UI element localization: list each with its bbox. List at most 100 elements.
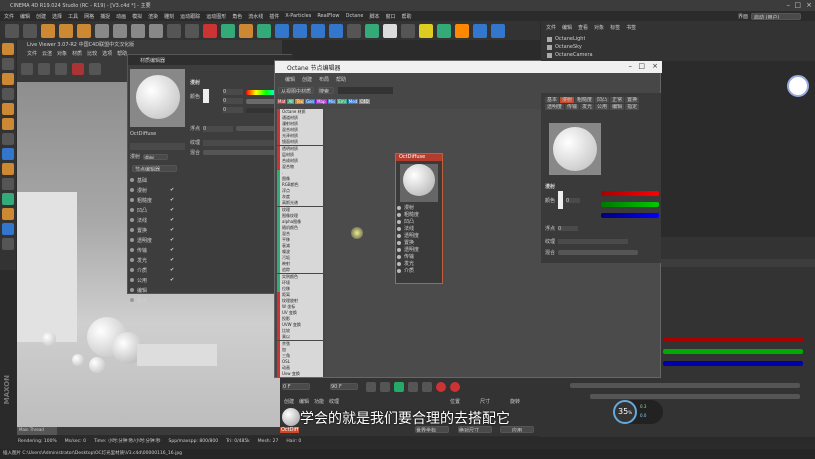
- saturation-field[interactable]: 0: [223, 98, 243, 104]
- left-tool-icon[interactable]: [2, 88, 14, 100]
- toolbar-tool-icon[interactable]: [131, 24, 145, 38]
- channel-row[interactable]: 指定: [130, 295, 185, 305]
- lv-menu-item[interactable]: 材质: [72, 50, 82, 57]
- node-list-item[interactable]: 位移: [277, 285, 323, 292]
- port-socket-icon[interactable]: [397, 268, 401, 273]
- node-maximize-button[interactable]: □: [638, 62, 645, 70]
- left-tool-icon[interactable]: [2, 178, 14, 190]
- maximize-button[interactable]: □: [794, 1, 801, 9]
- checkmark-icon[interactable]: ✔: [170, 197, 174, 203]
- node-port[interactable]: 漫射: [396, 204, 442, 211]
- toolbar-tool-icon[interactable]: [347, 24, 361, 38]
- node-list-item[interactable]: .: [277, 169, 323, 176]
- node-menu-item[interactable]: 编辑: [285, 76, 295, 83]
- toolbar-tool-icon[interactable]: [257, 24, 271, 38]
- om-tab[interactable]: 查看: [578, 24, 588, 31]
- node-list-item[interactable]: 动画: [277, 364, 323, 371]
- toolbar-tool-icon[interactable]: [275, 24, 289, 38]
- load-from-view-button[interactable]: 从视图中材质: [278, 87, 314, 94]
- node-list-item[interactable]: W 坐标: [277, 304, 323, 310]
- lv-menu-item[interactable]: 选项: [102, 50, 112, 57]
- left-tool-icon[interactable]: [2, 193, 14, 205]
- menu-item[interactable]: 工具: [68, 13, 78, 20]
- menu-item[interactable]: 雕刻: [164, 13, 174, 20]
- node-port[interactable]: 法线: [396, 225, 442, 232]
- attr-tab[interactable]: 传输: [565, 104, 580, 110]
- node-list-item[interactable]: 环境: [277, 279, 323, 286]
- port-socket-icon[interactable]: [397, 212, 401, 217]
- node-list-item[interactable]: 合成材质: [277, 157, 323, 164]
- toolbar-tool-icon[interactable]: [113, 24, 127, 38]
- attr-tab[interactable]: 漫射: [560, 97, 575, 103]
- left-tool-icon[interactable]: [2, 208, 14, 220]
- minimize-button[interactable]: –: [787, 1, 791, 9]
- toolbar-tool-icon[interactable]: [311, 24, 325, 38]
- menu-item[interactable]: 窗口: [386, 13, 396, 20]
- value-field[interactable]: 0: [223, 107, 243, 113]
- node-list-item[interactable]: 透明材质: [277, 145, 323, 152]
- node-list-item[interactable]: 实例颜色: [277, 273, 323, 280]
- node-list-item[interactable]: 加: [277, 346, 323, 353]
- layout-switch[interactable]: 界面 启动 (用户): [738, 11, 802, 21]
- node-list-item[interactable]: Uvw 变换: [277, 371, 323, 377]
- attr-bottom-slider[interactable]: [570, 383, 800, 388]
- node-list-item[interactable]: 追踪: [277, 267, 323, 274]
- menu-item[interactable]: X-Particles: [285, 13, 311, 19]
- toolbar-tool-icon[interactable]: [41, 24, 55, 38]
- node-list-item[interactable]: 随机颜色: [277, 224, 323, 231]
- om-tab[interactable]: 标签: [610, 24, 620, 31]
- menu-item[interactable]: 选择: [52, 13, 62, 20]
- om-tab[interactable]: 对象: [594, 24, 604, 31]
- left-tool-icon[interactable]: [2, 118, 14, 130]
- node-tab[interactable]: Gen: [304, 99, 316, 104]
- node-tab[interactable]: C4D: [359, 99, 370, 104]
- menu-item[interactable]: 帮助: [402, 13, 412, 20]
- node-port[interactable]: 置换: [396, 239, 442, 246]
- goto-end-icon[interactable]: [422, 382, 432, 392]
- node-port[interactable]: 传输: [396, 253, 442, 260]
- toolbar-tool-icon[interactable]: [401, 24, 415, 38]
- om-tab[interactable]: 文件: [546, 24, 556, 31]
- node-port[interactable]: 粗糙度: [396, 211, 442, 218]
- attr-tab[interactable]: 正常: [610, 97, 625, 103]
- attr-texture-slot[interactable]: [558, 239, 629, 244]
- attr-tab[interactable]: 粗糙度: [575, 97, 595, 103]
- toolbar-tool-icon[interactable]: [455, 24, 469, 38]
- node-list-item[interactable]: 乘以: [277, 334, 323, 341]
- stop-icon[interactable]: [55, 63, 67, 75]
- menu-item[interactable]: 插件: [269, 13, 279, 20]
- node-list-item[interactable]: 投影: [277, 316, 323, 323]
- diffuse-mode-select[interactable]: 漫射: [143, 153, 169, 160]
- toolbar-tool-icon[interactable]: [149, 24, 163, 38]
- attr-mix-slider[interactable]: [558, 250, 639, 255]
- menu-item[interactable]: Octane: [346, 13, 364, 19]
- menu-item[interactable]: 创建: [36, 13, 46, 20]
- left-tool-icon[interactable]: [2, 43, 14, 55]
- prev-frame-icon[interactable]: [380, 382, 390, 392]
- channel-row[interactable]: 编辑: [130, 285, 185, 295]
- menu-item[interactable]: 渲染: [148, 13, 158, 20]
- checkmark-icon[interactable]: ✔: [170, 247, 174, 253]
- lv-menu-item[interactable]: 帮助: [117, 50, 127, 57]
- node-menu-item[interactable]: 帮助: [336, 76, 346, 83]
- node-list-item[interactable]: 图像纹理: [277, 212, 323, 219]
- port-socket-icon[interactable]: [397, 261, 401, 266]
- refresh-icon[interactable]: [21, 63, 33, 75]
- play-icon[interactable]: [394, 382, 404, 392]
- left-tool-icon[interactable]: [2, 133, 14, 145]
- toolbar-tool-icon[interactable]: [221, 24, 235, 38]
- port-socket-icon[interactable]: [397, 205, 401, 210]
- node-tab[interactable]: Med: [347, 99, 359, 104]
- toolbar-tool-icon[interactable]: [293, 24, 307, 38]
- node-port[interactable]: 透明度: [396, 246, 442, 253]
- pause-icon[interactable]: [38, 63, 50, 75]
- channel-row[interactable]: 粗糙度 ✔: [130, 195, 185, 205]
- attr-tab[interactable]: 公用: [595, 104, 610, 110]
- port-socket-icon[interactable]: [397, 240, 401, 245]
- node-tab[interactable]: Emi: [337, 99, 347, 104]
- lv-menu-item[interactable]: 比较: [87, 50, 97, 57]
- attr-tab[interactable]: 透明度: [545, 104, 565, 110]
- node-list-item[interactable]: 混合: [277, 230, 323, 237]
- attr-h-field[interactable]: 0: [566, 197, 581, 204]
- node-list-item[interactable]: 层材质: [277, 151, 323, 158]
